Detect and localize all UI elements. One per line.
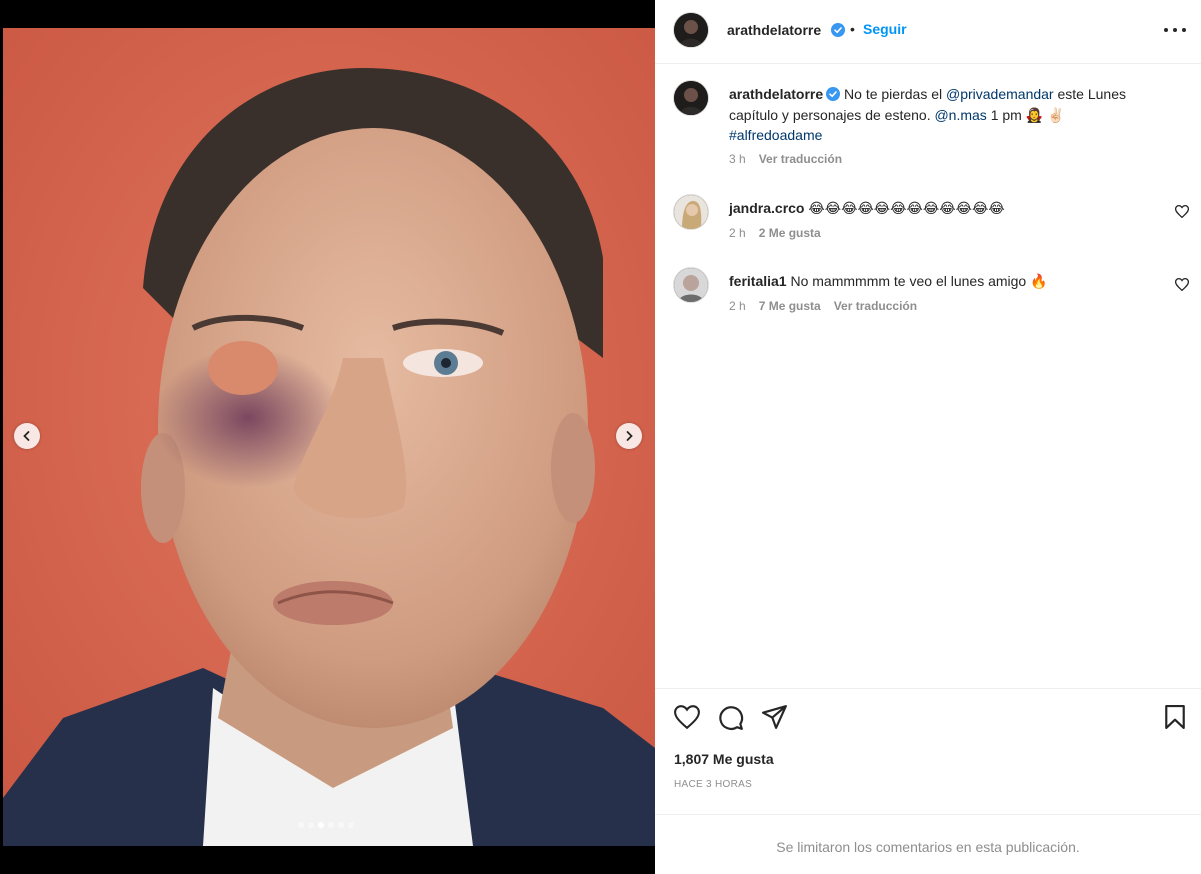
caption-text: arathdelatorre No te pierdas el @privade… — [729, 84, 1149, 146]
translate-link[interactable]: Ver traducción — [834, 299, 917, 313]
commenter-avatar[interactable] — [674, 268, 708, 302]
caption-username[interactable]: arathdelatorre — [729, 86, 823, 102]
carousel-dot — [328, 822, 334, 828]
post-details-panel: arathdelatorre • Seguir arathdelatorre N… — [655, 0, 1201, 874]
caption-mention[interactable]: @privademandar — [946, 86, 1054, 102]
verified-badge-icon — [831, 23, 845, 37]
bookmark-icon[interactable] — [1164, 705, 1186, 729]
caption-text-part: No te pierdas el — [844, 86, 946, 102]
chevron-right-icon — [626, 431, 633, 441]
heart-icon[interactable] — [1175, 278, 1189, 291]
comment-icon[interactable] — [718, 705, 744, 731]
comment-text: feritalia1 No mammmmm te veo el lunes am… — [729, 271, 1149, 292]
comment-content: 😂😂😂😂😂😂😂😂😂😂😂😂 — [808, 200, 1005, 216]
commenter-avatar[interactable] — [674, 195, 708, 229]
carousel-dot — [298, 822, 304, 828]
caption-text-part: 1 pm 🧛‍♀️ ✌🏻 — [986, 106, 1065, 123]
comments-limited-notice: Se limitaron los comentarios en esta pub… — [655, 814, 1201, 874]
caption-meta: 3 h Ver traducción — [729, 152, 842, 166]
author-avatar[interactable] — [674, 81, 708, 115]
caption-hashtag[interactable]: #alfredoadame — [729, 127, 822, 143]
comment-username[interactable]: feritalia1 — [729, 273, 787, 289]
author-avatar[interactable] — [674, 13, 708, 47]
post-photo — [3, 28, 655, 846]
carousel-dot — [308, 822, 314, 828]
caption-mention[interactable]: @n.mas — [934, 107, 986, 123]
share-icon[interactable] — [762, 705, 788, 729]
carousel-dot — [338, 822, 344, 828]
carousel-indicator — [298, 822, 354, 828]
heart-icon[interactable] — [674, 705, 700, 729]
comments-limited-text: Se limitaron los comentarios en esta pub… — [776, 839, 1080, 855]
chevron-left-icon — [23, 431, 30, 441]
comment-text: jandra.crco 😂😂😂😂😂😂😂😂😂😂😂😂 — [729, 198, 1149, 219]
carousel-dot — [348, 822, 354, 828]
author-username[interactable]: arathdelatorre — [727, 22, 821, 38]
carousel-prev-button[interactable] — [14, 423, 40, 449]
carousel-dot-active — [318, 822, 324, 828]
translate-link[interactable]: Ver traducción — [759, 152, 842, 166]
post-header: arathdelatorre • Seguir — [655, 0, 1201, 64]
comment-meta: 2 h 7 Me gusta Ver traducción — [729, 299, 917, 313]
more-options-icon[interactable] — [1164, 28, 1186, 34]
likes-count[interactable]: 1,807 Me gusta — [674, 751, 774, 767]
carousel-next-button[interactable] — [616, 423, 642, 449]
comment-time: 2 h — [729, 299, 746, 313]
comment-likes[interactable]: 2 Me gusta — [759, 226, 821, 240]
caption-time: 3 h — [729, 152, 746, 166]
comment-time: 2 h — [729, 226, 746, 240]
heart-icon[interactable] — [1175, 205, 1189, 218]
post-timestamp: HACE 3 HORAS — [674, 779, 753, 790]
comment-content: No mammmmm te veo el lunes amigo 🔥 — [790, 273, 1048, 289]
separator-dot: • — [850, 21, 855, 37]
comment-username[interactable]: jandra.crco — [729, 200, 804, 216]
post-media — [0, 0, 655, 874]
verified-badge-icon — [826, 87, 841, 101]
comment-likes[interactable]: 7 Me gusta — [759, 299, 821, 313]
follow-button[interactable]: Seguir — [863, 21, 907, 37]
comment-meta: 2 h 2 Me gusta — [729, 226, 821, 240]
